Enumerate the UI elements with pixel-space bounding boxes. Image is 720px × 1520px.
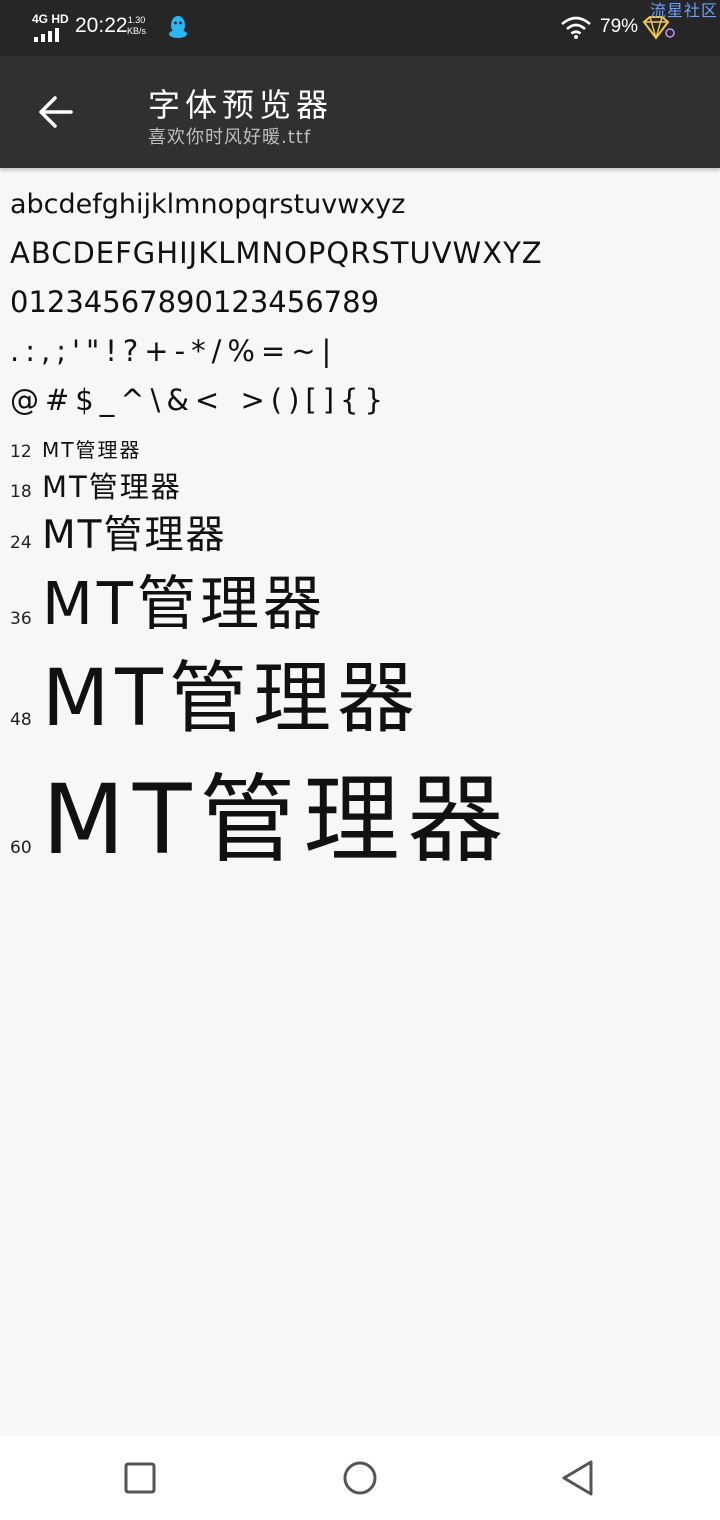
wifi-icon xyxy=(561,16,591,39)
back-triangle-icon[interactable] xyxy=(556,1456,600,1500)
network-speed: 1.30 KB/s xyxy=(127,15,146,37)
network-speed-unit: KB/s xyxy=(127,26,147,36)
network-type-label: 4G HD xyxy=(32,12,69,26)
network-speed-value: 1.30 xyxy=(127,15,146,25)
size-label: 18 xyxy=(10,482,32,502)
navigation-bar xyxy=(0,1436,720,1520)
size-sample-text: MT管理器 xyxy=(42,438,142,462)
uppercase-sample: ABCDEFGHIJKLMNOPQRSTUVWXYZ xyxy=(10,236,543,270)
font-preview-area: abcdefghijklmnopqrstuvwxyz ABCDEFGHIJKLM… xyxy=(10,180,710,425)
size-label: 60 xyxy=(10,838,32,858)
size-label: 48 xyxy=(10,710,32,730)
lowercase-sample: abcdefghijklmnopqrstuvwxyz xyxy=(10,189,406,220)
size-sample-row: 24 MT管理器 xyxy=(10,504,226,560)
size-sample-text: MT管理器 xyxy=(42,569,326,638)
size-label: 24 xyxy=(10,533,32,553)
size-sample-text: MT管理器 xyxy=(42,654,421,744)
size-sample-row: 48 MT管理器 xyxy=(10,636,421,748)
size-label: 36 xyxy=(10,609,32,629)
signal-icon: 4G HD xyxy=(30,12,70,42)
font-file-name: 喜欢你时风好暖.ttf xyxy=(148,127,312,148)
qq-icon xyxy=(169,16,187,38)
size-sample-text: MT管理器 xyxy=(42,764,512,876)
page-title: 字体预览器 xyxy=(148,86,334,124)
watermark-text: 流星社区 xyxy=(649,1,718,20)
punctuation-sample: .:,;'"!?+-*/%=~| xyxy=(10,334,338,368)
app-bar: 字体预览器 喜欢你时风好暖.ttf xyxy=(0,56,720,168)
status-bar: 4G HD 20:22 1.30 KB/s 79% 流星社区 xyxy=(0,0,720,56)
symbols-sample: @#$_^\&< >()[]{} xyxy=(10,383,389,417)
digits-sample: 01234567890123456789 xyxy=(10,285,380,319)
arrow-left-icon[interactable] xyxy=(26,82,86,142)
battery-level: 79% xyxy=(600,16,639,37)
size-sample-row: 36 MT管理器 xyxy=(10,556,326,641)
home-icon[interactable] xyxy=(338,1456,382,1500)
size-sample-row: 12 MT管理器 xyxy=(10,434,141,463)
size-sample-row: 60 MT管理器 xyxy=(10,742,511,881)
size-label: 12 xyxy=(10,442,32,462)
size-sample-text: MT管理器 xyxy=(42,513,227,558)
status-time: 20:22 xyxy=(75,14,128,37)
recent-apps-icon[interactable] xyxy=(118,1456,162,1500)
size-sample-row: 18 MT管理器 xyxy=(10,464,182,506)
size-sample-text: MT管理器 xyxy=(42,470,182,504)
